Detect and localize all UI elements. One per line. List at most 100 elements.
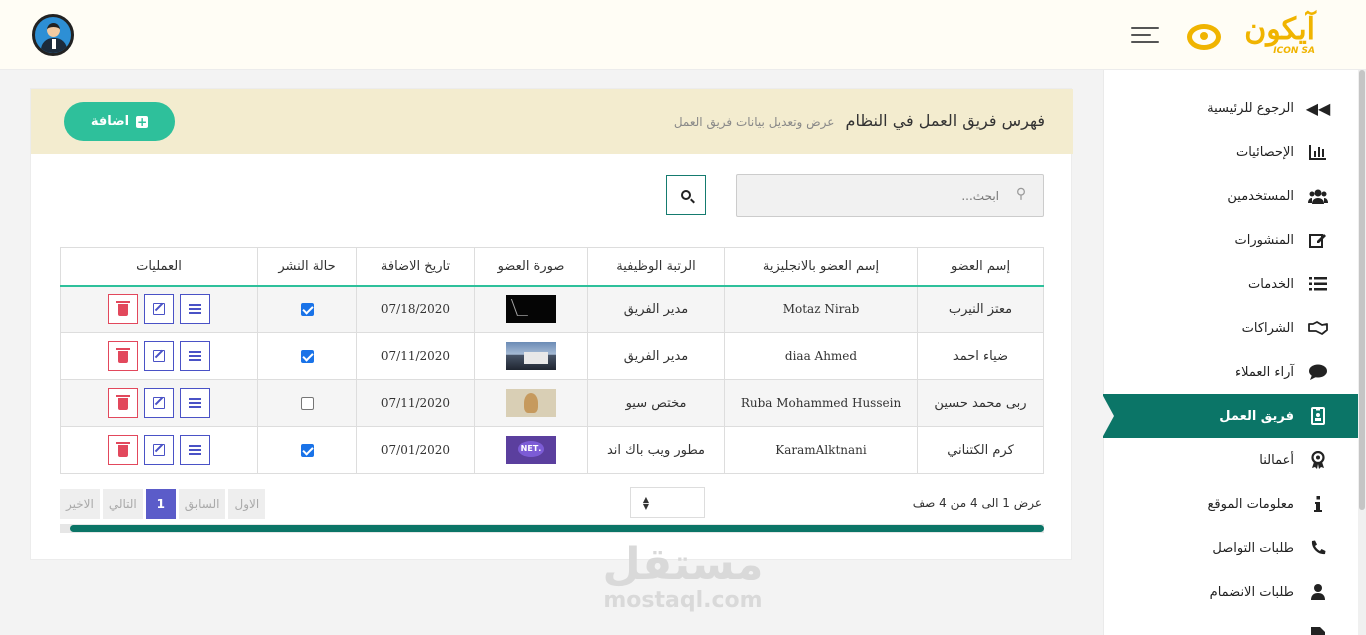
table-row: ضياء احمد diaa Ahmed مدير الفريق 07/11/2…: [60, 332, 1044, 380]
delete-button[interactable]: [108, 435, 138, 465]
column-header[interactable]: تاريخ الاضافة: [356, 247, 475, 287]
sidebar-item-label: طلبات التواصل: [1212, 540, 1294, 556]
column-header[interactable]: إسم العضو بالانجليزية: [724, 247, 918, 287]
file-icon: [1308, 626, 1328, 635]
list-icon: [1308, 274, 1328, 294]
sidebar-item-statistics[interactable]: الإحصائيات: [1103, 130, 1358, 174]
search-icon: ⚲: [1015, 186, 1027, 202]
sidebar-item-testimonials[interactable]: آراء العملاء: [1103, 350, 1358, 394]
sidebar-item-home[interactable]: الرجوع للرئيسية ◀◀: [1103, 86, 1358, 130]
sidebar-item-services[interactable]: الخدمات: [1103, 262, 1358, 306]
edit-icon: [153, 350, 165, 362]
team-index-card: فهرس فريق العمل في النظام عرض وتعديل بيا…: [30, 88, 1073, 560]
column-header[interactable]: صورة العضو: [474, 247, 588, 287]
sidebar-item-portfolio[interactable]: أعمالنا: [1103, 438, 1358, 482]
delete-button[interactable]: [108, 294, 138, 325]
award-icon: [1308, 450, 1328, 470]
publish-status-cell: [257, 285, 357, 333]
member-rank: مدير الفريق: [587, 332, 725, 380]
sidebar-item-partnerships[interactable]: الشراكات: [1103, 306, 1358, 350]
publish-checkbox[interactable]: [300, 443, 314, 457]
sidebar-item-label: الإحصائيات: [1235, 144, 1294, 160]
operations-cell: [60, 332, 258, 380]
member-photo-cell: [474, 332, 588, 380]
member-photo[interactable]: [506, 389, 556, 417]
scrollbar-thumb[interactable]: [1359, 70, 1365, 510]
sidebar-item-label: آراء العملاء: [1235, 364, 1294, 380]
menu-toggle-icon[interactable]: [1131, 27, 1159, 45]
page-current[interactable]: 1: [145, 489, 176, 519]
sidebar-item-team[interactable]: فريق العمل: [1102, 394, 1358, 438]
delete-button[interactable]: [108, 388, 138, 418]
comment-icon: [1308, 362, 1328, 382]
publish-checkbox[interactable]: [300, 302, 314, 316]
column-header[interactable]: حالة النشر: [257, 247, 357, 287]
user-icon: [1308, 582, 1328, 602]
handshake-icon: [1308, 318, 1328, 338]
sidebar-item-label: المستخدمين: [1227, 188, 1294, 204]
column-header[interactable]: إسم العضو: [917, 247, 1044, 287]
sidebar-item-label: معلومات الموقع: [1207, 496, 1295, 512]
phone-icon: [1308, 538, 1328, 558]
pagination: الاخير التالي 1 السابق الاول: [60, 489, 266, 519]
list-icon: [189, 398, 201, 408]
sidebar-item-posts[interactable]: المنشورات: [1103, 218, 1358, 262]
date-added: 07/18/2020: [356, 285, 475, 333]
table-row: ربى محمد حسين Ruba Mohammed Hussein مختص…: [60, 379, 1044, 427]
user-avatar[interactable]: [32, 14, 74, 56]
horizontal-scrollbar-thumb[interactable]: [69, 525, 1044, 532]
member-name-en: diaa Ahmed: [724, 332, 918, 380]
edit-button[interactable]: [144, 435, 174, 465]
member-photo[interactable]: [506, 342, 556, 370]
watermark-ar: مستقل: [602, 539, 764, 590]
date-added: 07/01/2020: [356, 426, 475, 474]
details-button[interactable]: [180, 341, 210, 371]
member-photo[interactable]: .NET: [506, 436, 556, 464]
details-button[interactable]: [180, 294, 210, 325]
page-prev[interactable]: السابق: [178, 489, 226, 519]
logo-text-ar: آيكون: [1244, 12, 1316, 47]
publish-checkbox[interactable]: [300, 396, 314, 410]
sidebar-item-more[interactable]: [1103, 614, 1358, 635]
publish-checkbox[interactable]: [300, 349, 314, 363]
sidebar-item-site-info[interactable]: معلومات الموقع: [1103, 482, 1358, 526]
page-title-text: فهرس فريق العمل في النظام: [845, 111, 1045, 130]
page-first[interactable]: الاول: [228, 489, 266, 519]
page-scrollbar[interactable]: [1358, 70, 1366, 635]
search-input[interactable]: [736, 174, 1044, 217]
list-icon: [189, 351, 201, 361]
results-summary: عرض 1 الى 4 من 4 صف: [912, 496, 1042, 510]
trash-icon: [116, 301, 130, 317]
table-row: معتز النيرب Motaz Nirab مدير الفريق 07/1…: [60, 285, 1044, 333]
team-table: إسم العضو إسم العضو بالانجليزية الرتبة ا…: [60, 247, 1044, 474]
member-photo-cell: [474, 379, 588, 427]
bar-chart-icon: [1308, 142, 1328, 162]
edit-button[interactable]: [144, 388, 174, 418]
site-logo[interactable]: آيكون ICON SA: [1185, 10, 1319, 60]
edit-icon: [153, 444, 165, 456]
horizontal-scrollbar[interactable]: [60, 524, 1044, 533]
page-title: فهرس فريق العمل في النظام عرض وتعديل بيا…: [674, 111, 1045, 130]
edit-button[interactable]: [144, 294, 174, 325]
edit-button[interactable]: [144, 341, 174, 371]
sidebar-item-users[interactable]: المستخدمين: [1103, 174, 1358, 218]
page-size-select[interactable]: ▲ ▼: [630, 487, 705, 518]
operations-cell: [60, 285, 258, 333]
list-icon: [189, 445, 201, 455]
sidebar: الرجوع للرئيسية ◀◀ الإحصائيات المستخدمين…: [1102, 70, 1358, 635]
column-header[interactable]: الرتبة الوظيفية: [587, 247, 725, 287]
details-button[interactable]: [180, 388, 210, 418]
details-button[interactable]: [180, 435, 210, 465]
delete-button[interactable]: [108, 341, 138, 371]
add-button[interactable]: اضافة +: [64, 102, 175, 141]
member-photo[interactable]: [506, 295, 556, 324]
member-name: ضياء احمد: [917, 332, 1044, 380]
plus-icon: +: [136, 114, 149, 129]
page-next[interactable]: التالي: [102, 489, 143, 519]
sidebar-item-contact-requests[interactable]: طلبات التواصل: [1103, 526, 1358, 570]
trash-icon: [116, 348, 130, 363]
sidebar-item-join-requests[interactable]: طلبات الانضمام: [1103, 570, 1358, 614]
sidebar-item-label: الرجوع للرئيسية: [1207, 100, 1294, 116]
search-button[interactable]: [666, 175, 706, 215]
page-last[interactable]: الاخير: [60, 489, 100, 519]
